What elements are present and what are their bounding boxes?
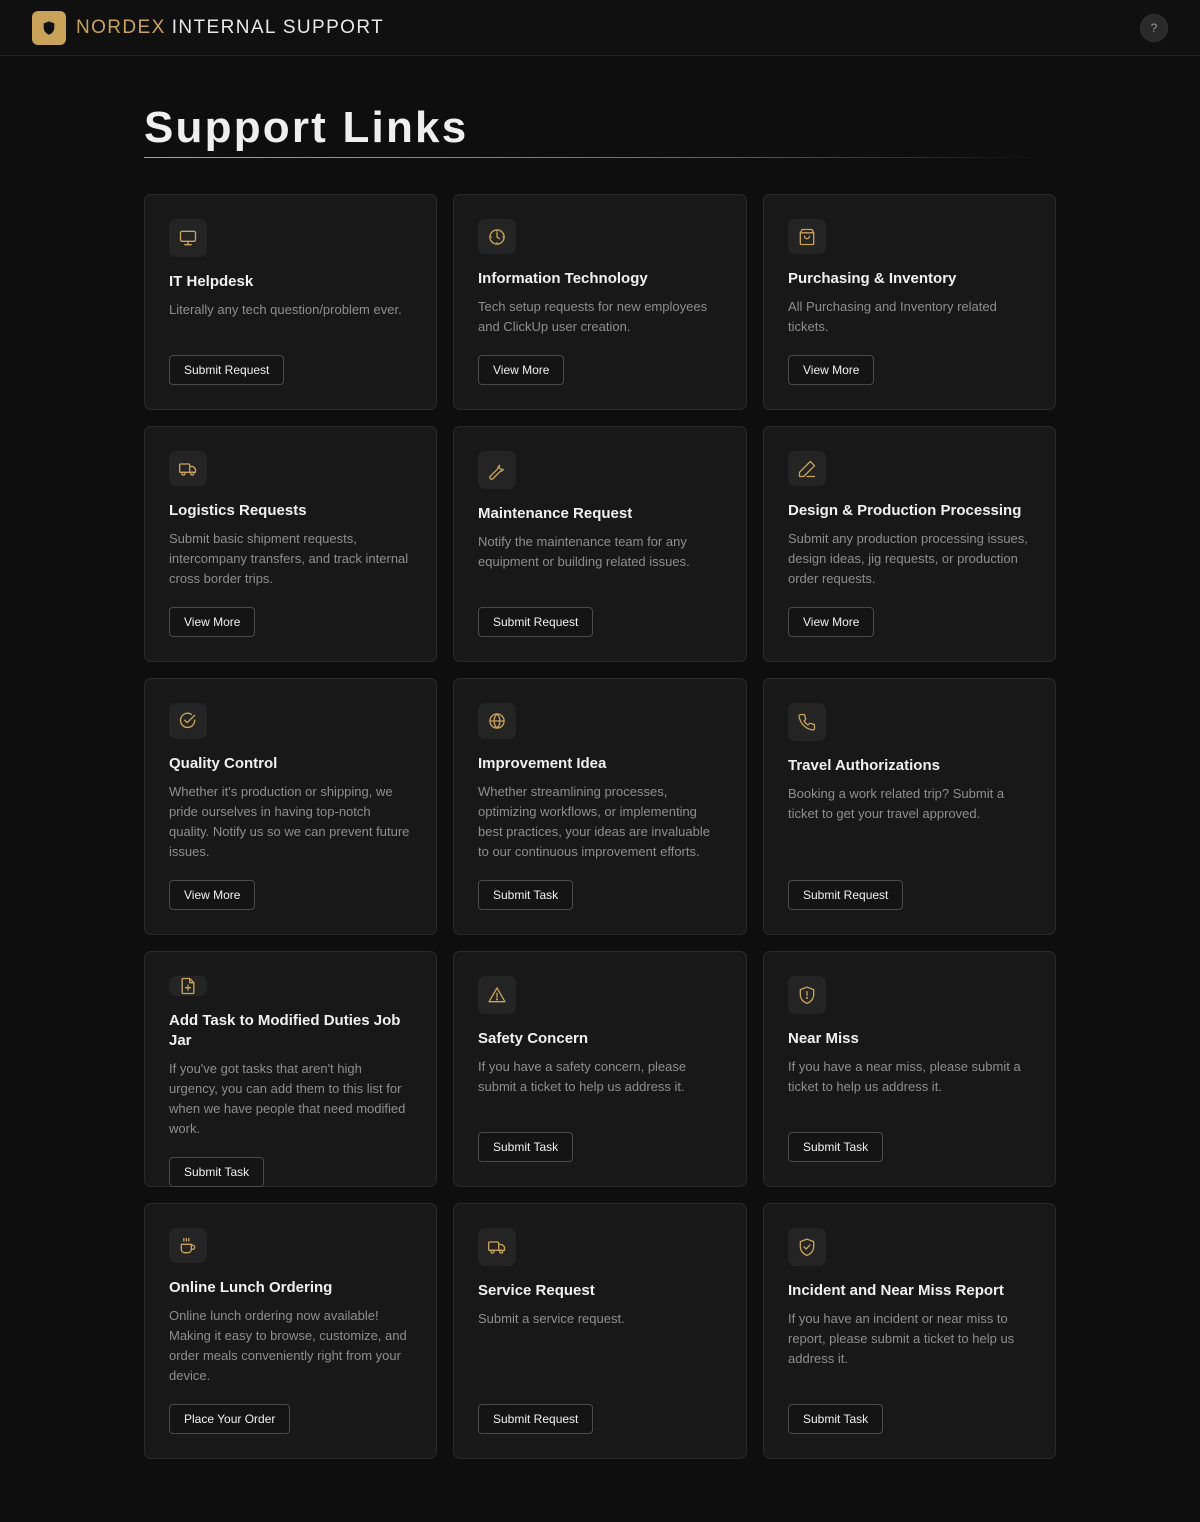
card-description: Tech setup requests for new employees an…	[478, 299, 708, 334]
card-title: Online Lunch Ordering	[169, 1279, 333, 1296]
card-description: If you have an incident or near miss to …	[788, 1311, 1015, 1366]
wrench-icon	[478, 451, 516, 489]
submit-task-button[interactable]: Submit Task	[478, 880, 574, 910]
title-divider	[144, 157, 1044, 158]
shield-icon[interactable]	[32, 10, 66, 45]
card-safety-concern: Safety Concern If you have a safety conc…	[453, 951, 747, 1187]
card-online-lunch-ordering: Online Lunch Ordering Online lunch order…	[144, 1203, 437, 1459]
card-description: Booking a work related trip? Submit a ti…	[788, 786, 1005, 821]
submit-task-button[interactable]: Submit Task	[169, 1157, 265, 1187]
card-service-request: Service Request Submit a service request…	[453, 1203, 747, 1459]
card-title: Design & Production Processing	[788, 502, 1022, 519]
card-title: Logistics Requests	[169, 502, 307, 519]
card-title: Improvement Idea	[478, 755, 607, 772]
card-logistics-requests: Logistics Requests Submit basic shipment…	[144, 426, 437, 662]
card-description: Submit basic shipment requests, intercom…	[169, 531, 409, 586]
card-maintenance-request: Maintenance Request Notify the maintenan…	[453, 426, 747, 662]
card-title: Safety Concern	[478, 1030, 589, 1047]
view-more-button[interactable]: View More	[169, 607, 256, 637]
card-title: Travel Authorizations	[788, 757, 940, 774]
card-quality-control: Quality Control Whether it's production …	[144, 678, 437, 935]
brand-name[interactable]: NORDEX INTERNAL SUPPORT	[76, 17, 384, 39]
place-order-button[interactable]: Place Your Order	[169, 1404, 291, 1434]
truck-icon	[169, 451, 207, 486]
check-circle-icon	[169, 703, 207, 739]
help-button[interactable]: ?	[1140, 14, 1168, 42]
card-description: Whether it's production or shipping, we …	[169, 784, 410, 859]
brand-accent: NORDEX	[76, 16, 166, 38]
shield-alert-icon	[788, 976, 826, 1014]
card-description: Whether streamlining processes, optimizi…	[478, 784, 710, 859]
card-title: Purchasing & Inventory	[788, 270, 957, 287]
card-title: Near Miss	[788, 1030, 859, 1047]
card-near-miss: Near Miss If you have a near miss, pleas…	[763, 951, 1056, 1187]
submit-request-button[interactable]: Submit Request	[169, 355, 285, 385]
submit-task-button[interactable]: Submit Task	[788, 1132, 884, 1162]
card-description: Submit a service request.	[478, 1311, 625, 1326]
card-information-technology: Information Technology Tech setup reques…	[453, 194, 747, 410]
view-more-button[interactable]: View More	[788, 607, 875, 637]
support-links-grid: IT Helpdesk Literally any tech question/…	[144, 194, 1056, 1459]
file-plus-icon	[169, 976, 207, 996]
card-description: If you have a safety concern, please sub…	[478, 1059, 687, 1094]
card-description: If you have a near miss, please submit a…	[788, 1059, 1021, 1094]
card-description: Notify the maintenance team for any equi…	[478, 534, 690, 569]
truck-icon	[478, 1228, 516, 1266]
pen-icon	[788, 451, 826, 486]
card-description: All Purchasing and Inventory related tic…	[788, 299, 997, 334]
phone-icon	[788, 703, 826, 741]
card-modified-duties: Add Task to Modified Duties Job Jar If y…	[144, 951, 437, 1187]
card-travel-authorizations: Travel Authorizations Booking a work rel…	[763, 678, 1056, 935]
shopping-bag-icon	[788, 219, 826, 254]
view-more-button[interactable]: View More	[478, 355, 565, 385]
warning-triangle-icon	[478, 976, 516, 1014]
submit-task-button[interactable]: Submit Task	[788, 1404, 884, 1434]
clock-icon	[478, 219, 516, 254]
top-bar: NORDEX INTERNAL SUPPORT ?	[0, 0, 1200, 56]
view-more-button[interactable]: View More	[169, 880, 256, 910]
card-it-helpdesk: IT Helpdesk Literally any tech question/…	[144, 194, 437, 410]
card-improvement-idea: Improvement Idea Whether streamlining pr…	[453, 678, 747, 935]
globe-icon	[478, 703, 516, 739]
brand-rest: INTERNAL SUPPORT	[171, 16, 385, 38]
card-description: If you've got tasks that aren't high urg…	[169, 1061, 406, 1136]
card-design-production: Design & Production Processing Submit an…	[763, 426, 1056, 662]
submit-request-button[interactable]: Submit Request	[478, 607, 594, 637]
card-description: Online lunch ordering now available! Mak…	[169, 1308, 407, 1383]
card-description: Literally any tech question/problem ever…	[169, 302, 402, 317]
card-title: IT Helpdesk	[169, 273, 254, 290]
coffee-icon	[169, 1228, 207, 1263]
card-incident-report: Incident and Near Miss Report If you hav…	[763, 1203, 1056, 1459]
card-title: Add Task to Modified Duties Job Jar	[169, 1012, 401, 1049]
card-title: Incident and Near Miss Report	[788, 1282, 1004, 1299]
page-title: Support Links	[144, 103, 469, 152]
shield-check-icon	[788, 1228, 826, 1266]
view-more-button[interactable]: View More	[788, 355, 875, 385]
submit-request-button[interactable]: Submit Request	[788, 880, 904, 910]
monitor-icon	[169, 219, 207, 257]
card-purchasing-inventory: Purchasing & Inventory All Purchasing an…	[763, 194, 1056, 410]
submit-task-button[interactable]: Submit Task	[478, 1132, 574, 1162]
card-title: Quality Control	[169, 755, 278, 772]
card-title: Maintenance Request	[478, 505, 633, 522]
card-title: Information Technology	[478, 270, 648, 287]
main-content: Support Links IT Helpdesk Literally any …	[144, 56, 1056, 1459]
card-description: Submit any production processing issues,…	[788, 531, 1028, 586]
submit-request-button[interactable]: Submit Request	[478, 1404, 594, 1434]
card-title: Service Request	[478, 1282, 595, 1299]
